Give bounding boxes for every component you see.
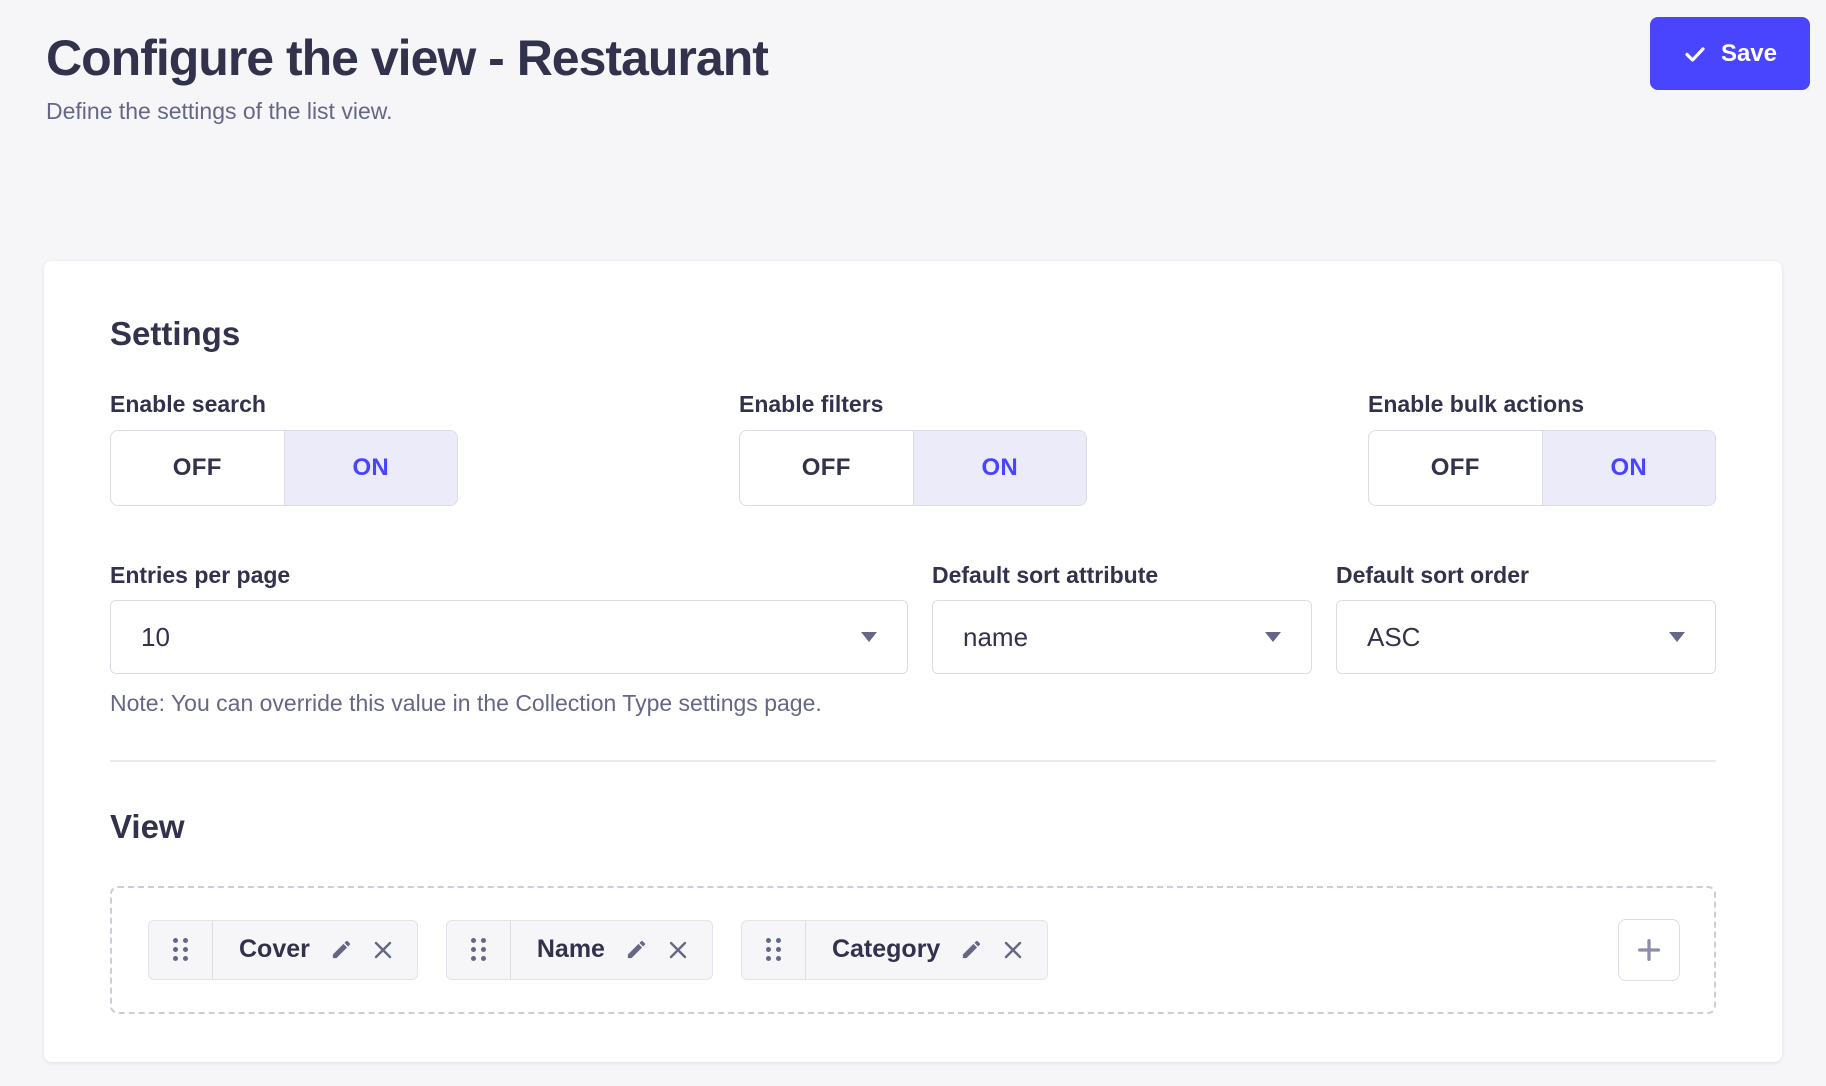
remove-field-button[interactable] <box>1001 938 1025 962</box>
entries-per-page-group: Entries per page 10 Note: You can overri… <box>110 562 908 718</box>
pencil-icon <box>960 938 983 961</box>
toggle-off-option[interactable]: OFF <box>740 431 913 505</box>
page-title: Configure the view - Restaurant <box>46 30 1780 86</box>
toggle-group-enable-filters: Enable filters OFF ON <box>739 391 1087 506</box>
toggle-enable-filters: OFF ON <box>739 430 1087 506</box>
toggle-on-option[interactable]: ON <box>284 431 458 505</box>
field-chip-category[interactable]: Category <box>741 920 1048 980</box>
sort-order-group: Default sort order ASC <box>1336 562 1716 718</box>
pencil-icon <box>625 938 648 961</box>
drag-handle-icon[interactable] <box>447 921 511 979</box>
chip-label: Name <box>511 935 625 964</box>
edit-field-button[interactable] <box>625 938 648 961</box>
view-heading: View <box>110 808 1716 846</box>
toggle-label: Enable bulk actions <box>1368 391 1716 419</box>
plus-icon <box>1634 935 1664 965</box>
toggle-enable-bulk-actions: OFF ON <box>1368 430 1716 506</box>
field-label: Entries per page <box>110 562 908 590</box>
edit-field-button[interactable] <box>330 938 353 961</box>
chip-label: Cover <box>213 935 330 964</box>
remove-field-button[interactable] <box>371 938 395 962</box>
drag-handle-icon[interactable] <box>149 921 213 979</box>
close-icon <box>371 938 395 962</box>
field-chip-cover[interactable]: Cover <box>148 920 418 980</box>
select-value: name <box>963 622 1028 653</box>
field-label: Default sort order <box>1336 562 1716 590</box>
edit-field-button[interactable] <box>960 938 983 961</box>
remove-field-button[interactable] <box>666 938 690 962</box>
chevron-down-icon <box>1265 632 1281 642</box>
toggle-on-option[interactable]: ON <box>1542 431 1716 505</box>
close-icon <box>666 938 690 962</box>
section-divider <box>110 760 1716 762</box>
drag-handle-icon[interactable] <box>742 921 806 979</box>
toggle-label: Enable filters <box>739 391 1087 419</box>
field-chip-name[interactable]: Name <box>446 920 713 980</box>
field-label: Default sort attribute <box>932 562 1312 590</box>
chevron-down-icon <box>861 632 877 642</box>
toggle-on-option[interactable]: ON <box>913 431 1087 505</box>
check-icon <box>1683 42 1707 66</box>
page-header: Configure the view - Restaurant Define t… <box>0 0 1826 125</box>
save-button[interactable]: Save <box>1650 17 1810 90</box>
page-subtitle: Define the settings of the list view. <box>46 98 1780 125</box>
settings-card: Settings Enable search OFF ON Enable fil… <box>44 261 1782 1062</box>
entries-per-page-select[interactable]: 10 <box>110 600 908 674</box>
add-field-button[interactable] <box>1618 919 1680 981</box>
save-button-label: Save <box>1721 40 1777 68</box>
settings-heading: Settings <box>110 315 1716 353</box>
toggles-row: Enable search OFF ON Enable filters OFF … <box>110 391 1716 506</box>
toggle-off-option[interactable]: OFF <box>1369 431 1542 505</box>
toggle-group-enable-bulk-actions: Enable bulk actions OFF ON <box>1368 391 1716 506</box>
chevron-down-icon <box>1669 632 1685 642</box>
toggle-label: Enable search <box>110 391 458 419</box>
toggle-group-enable-search: Enable search OFF ON <box>110 391 458 506</box>
sort-attribute-select[interactable]: name <box>932 600 1312 674</box>
chip-label: Category <box>806 935 960 964</box>
select-value: ASC <box>1367 622 1420 653</box>
close-icon <box>1001 938 1025 962</box>
sort-attribute-group: Default sort attribute name <box>932 562 1312 718</box>
pencil-icon <box>330 938 353 961</box>
selects-row: Entries per page 10 Note: You can overri… <box>110 562 1716 718</box>
note-text: Note: You can override this value in the… <box>110 690 908 718</box>
sort-order-select[interactable]: ASC <box>1336 600 1716 674</box>
select-value: 10 <box>141 622 170 653</box>
toggle-enable-search: OFF ON <box>110 430 458 506</box>
fields-container: Cover Name <box>110 886 1716 1014</box>
toggle-off-option[interactable]: OFF <box>111 431 284 505</box>
